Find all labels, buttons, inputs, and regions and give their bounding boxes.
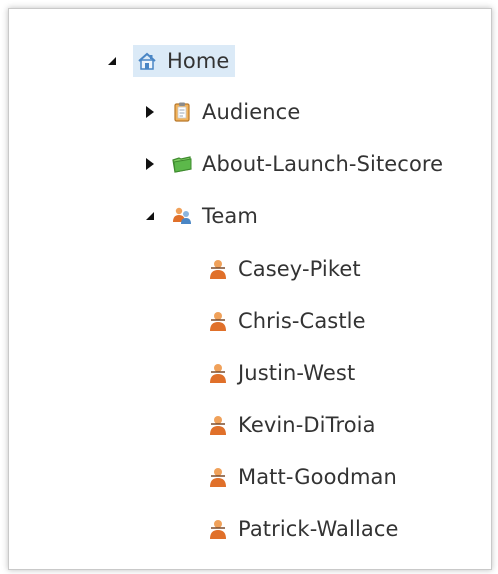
tree-node-audience[interactable]: Audience bbox=[143, 95, 300, 129]
tree-node-label: Audience bbox=[202, 100, 301, 124]
expand-arrow-icon[interactable] bbox=[143, 105, 157, 119]
person-icon bbox=[207, 466, 229, 488]
tree-node-label: About-Launch-Sitecore bbox=[202, 152, 444, 176]
tree-node-label: Chris-Castle bbox=[238, 309, 366, 333]
tree-node-person[interactable]: Justin-West bbox=[207, 356, 355, 390]
tree-node-label: Matt-Goodman bbox=[238, 465, 397, 489]
tree-node-person[interactable]: Matt-Goodman bbox=[207, 460, 397, 494]
tree-node-person[interactable]: Patrick-Wallace bbox=[207, 512, 399, 546]
collapse-arrow-icon[interactable] bbox=[105, 54, 119, 68]
tree-node-label: Team bbox=[202, 204, 258, 228]
expand-arrow-icon[interactable] bbox=[143, 157, 157, 171]
tree-node-label: Kevin-DiTroia bbox=[238, 413, 376, 437]
tree-node-home-selection[interactable]: Home bbox=[133, 45, 236, 77]
clipboard-icon bbox=[171, 101, 193, 123]
collapse-arrow-icon[interactable] bbox=[143, 209, 157, 223]
tree-node-team[interactable]: Team bbox=[143, 199, 258, 233]
home-icon bbox=[136, 50, 158, 72]
tree-node-person[interactable]: Casey-Piket bbox=[207, 252, 361, 286]
team-icon bbox=[171, 205, 193, 227]
tree-node-label: Home bbox=[167, 49, 230, 73]
tree-node-about-launch-sitecore[interactable]: About-Launch-Sitecore bbox=[143, 147, 443, 181]
tree-node-person[interactable]: Kevin-DiTroia bbox=[207, 408, 376, 442]
person-icon bbox=[207, 310, 229, 332]
folder-green-icon bbox=[171, 153, 193, 175]
tree-node-label: Patrick-Wallace bbox=[238, 517, 399, 541]
tree-node-home[interactable]: Home bbox=[105, 44, 236, 78]
person-icon bbox=[207, 362, 229, 384]
content-tree-panel: Home Audience About-Launch-Sitecore Team… bbox=[8, 8, 492, 570]
person-icon bbox=[207, 518, 229, 540]
person-icon bbox=[207, 258, 229, 280]
tree-node-label: Casey-Piket bbox=[238, 257, 361, 281]
person-icon bbox=[207, 414, 229, 436]
tree-node-label: Justin-West bbox=[238, 361, 356, 385]
tree-node-person[interactable]: Chris-Castle bbox=[207, 304, 366, 338]
